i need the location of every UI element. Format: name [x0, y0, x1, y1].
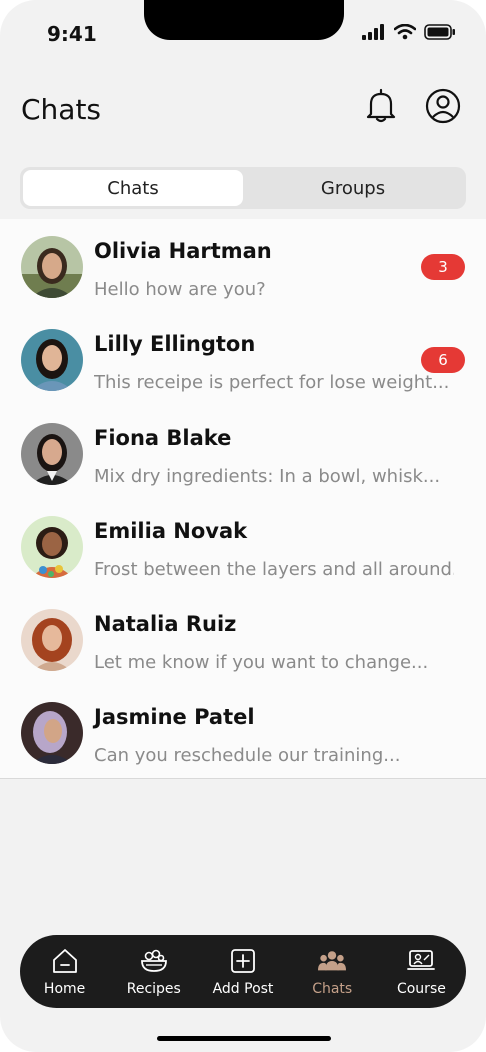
- chats-icon: [318, 947, 347, 975]
- battery-icon: [424, 24, 456, 44]
- chat-preview: This receipe is perfect for lose weight.…: [94, 372, 450, 394]
- tab-label: Recipes: [126, 980, 181, 997]
- recipes-icon: [140, 947, 168, 975]
- tab-add-post[interactable]: Add Post: [198, 935, 287, 1008]
- avatar: [21, 236, 83, 298]
- wifi-icon: [393, 23, 417, 44]
- segment-chats[interactable]: Chats: [23, 170, 243, 206]
- tab-label: Chats: [312, 980, 353, 997]
- user-circle-icon: [425, 88, 461, 128]
- chat-list: Olivia Hartman Hello how are you? 3 Lill…: [0, 219, 486, 779]
- tab-label: Home: [43, 980, 86, 997]
- status-time: 9:41: [47, 22, 97, 46]
- tab-label: Course: [396, 980, 446, 997]
- segmented-control: Chats Groups: [20, 167, 466, 209]
- chat-name: Lilly Ellington: [94, 332, 256, 357]
- tab-chats[interactable]: Chats: [288, 935, 377, 1008]
- tab-label: Add Post: [212, 980, 274, 997]
- unread-badge: 3: [421, 254, 465, 280]
- chat-name: Emilia Novak: [94, 518, 248, 543]
- page-title: Chats: [21, 93, 102, 126]
- chat-name: Jasmine Patel: [94, 705, 255, 730]
- chat-row[interactable]: Olivia Hartman Hello how are you? 3: [0, 219, 486, 312]
- profile-button[interactable]: [424, 88, 462, 128]
- avatar: [21, 609, 83, 672]
- notch: [144, 0, 344, 40]
- chat-row[interactable]: Jasmine Patel Can you reschedule our tra…: [0, 685, 486, 778]
- chat-preview: Hello how are you?: [94, 279, 266, 300]
- chat-row[interactable]: Emilia Novak Frost between the layers an…: [0, 499, 486, 592]
- chat-name: Olivia Hartman: [94, 239, 272, 263]
- segment-groups[interactable]: Groups: [243, 170, 463, 206]
- tab-course[interactable]: Course: [377, 935, 466, 1008]
- chat-preview: Let me know if you want to change...: [94, 652, 429, 674]
- home-indicator: [157, 1036, 331, 1041]
- chat-row[interactable]: Natalia Ruiz Let me know if you want to …: [0, 592, 486, 685]
- status-icons: [362, 23, 456, 44]
- avatar: [21, 422, 83, 485]
- unread-badge: 6: [421, 347, 465, 374]
- chat-row[interactable]: Fiona Blake Mix dry ingredients: In a bo…: [0, 406, 486, 499]
- chat-row[interactable]: Lilly Ellington This receipe is perfect …: [0, 312, 486, 405]
- avatar: [21, 515, 83, 578]
- add-post-icon: [229, 947, 257, 975]
- chat-preview: Frost between the layers and all around.…: [94, 558, 454, 580]
- bell-icon: [364, 88, 398, 128]
- chat-name: Natalia Ruiz: [94, 612, 237, 637]
- course-icon: [407, 947, 436, 975]
- chat-preview: Mix dry ingredients: In a bowl, whisk...: [94, 465, 441, 487]
- notifications-button[interactable]: [362, 88, 400, 128]
- phone-screen: 9:41 Chats Chats Groups Olivia Hartman H…: [0, 0, 486, 1052]
- bottom-tab-bar: Home Recipes Add Post Chats Course: [20, 935, 466, 1008]
- tab-recipes[interactable]: Recipes: [109, 935, 198, 1008]
- tab-home[interactable]: Home: [20, 935, 109, 1008]
- avatar: [21, 702, 83, 765]
- signal-icon: [362, 24, 386, 44]
- chat-preview: Can you reschedule our training...: [94, 745, 401, 767]
- home-icon: [51, 947, 79, 975]
- chat-name: Fiona Blake: [94, 425, 232, 450]
- avatar: [21, 329, 83, 392]
